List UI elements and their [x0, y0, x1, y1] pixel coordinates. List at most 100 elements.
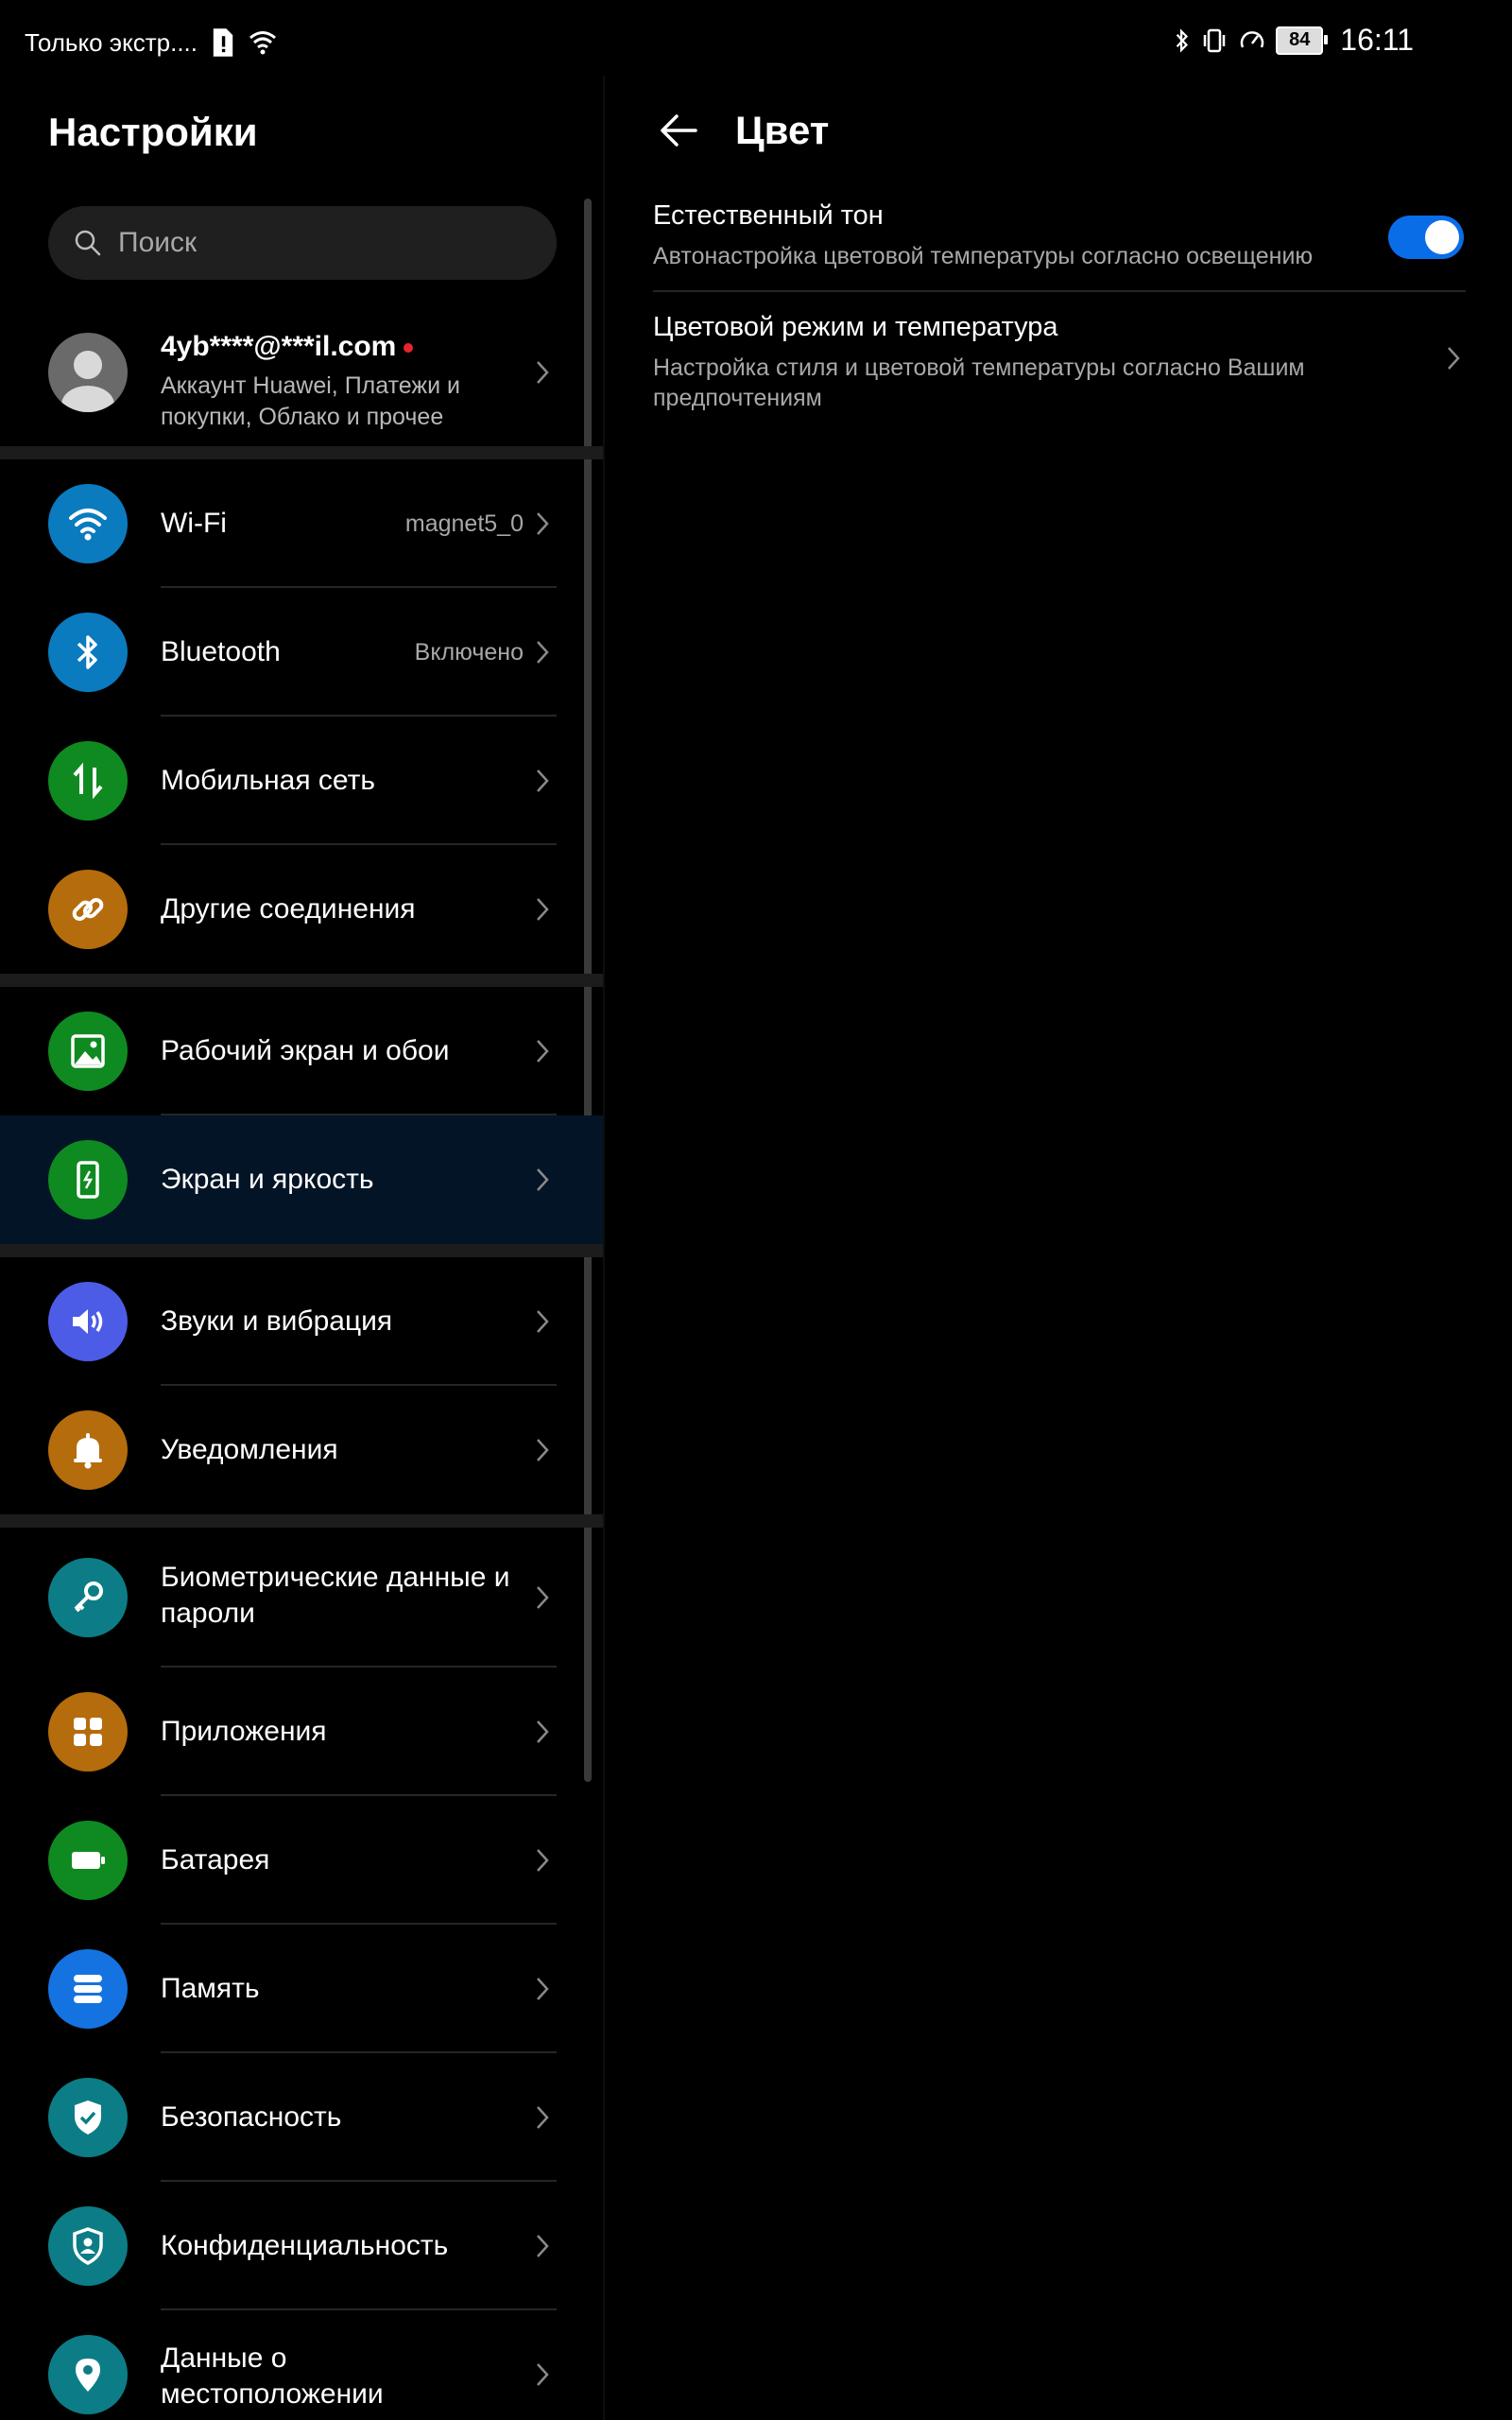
- natural-tone-toggle[interactable]: [1388, 216, 1464, 259]
- settings-item-apps[interactable]: Приложения: [0, 1668, 603, 1796]
- chevron-right-icon: [537, 1168, 549, 1191]
- status-bar-right: 84 16:11: [1174, 23, 1414, 58]
- bell-icon: [74, 1433, 102, 1469]
- notification-dot: [404, 343, 414, 354]
- item-label: Данные о местоположении: [161, 2342, 384, 2410]
- status-bar-left: Только экстр....: [25, 26, 277, 59]
- bluetooth-icon: [77, 635, 97, 669]
- item-label: Приложения: [161, 1716, 327, 1747]
- item-label: Звуки и вибрация: [161, 1305, 393, 1337]
- shield-icon: [75, 2100, 101, 2135]
- mobile-data-icon-badge: [48, 741, 128, 821]
- battery-icon-badge: [48, 1821, 128, 1900]
- chevron-right-icon: [537, 1978, 549, 2000]
- color-mode-title: Цветовой режим и температура: [653, 312, 1058, 342]
- settings-item-privacy[interactable]: Конфиденциальность: [0, 2182, 603, 2310]
- back-arrow-icon[interactable]: [658, 110, 699, 151]
- apps-icon-badge: [48, 1692, 128, 1772]
- sim-alert-icon: [213, 28, 233, 57]
- settings-item-location[interactable]: Данные о местоположении: [0, 2310, 603, 2420]
- section-gap: [0, 446, 603, 459]
- section-gap: [0, 1244, 603, 1257]
- privacy-icon-badge: [48, 2206, 128, 2286]
- search-input[interactable]: Поиск: [48, 206, 557, 280]
- status-bar: Только экстр.... 84 16:11: [0, 0, 1512, 85]
- speed-icon: [1241, 30, 1264, 48]
- account-item[interactable]: 4yb****@***il.com Аккаунт Huawei, Платеж…: [0, 312, 603, 435]
- item-label: Конфиденциальность: [161, 2230, 449, 2261]
- settings-item-other-connections[interactable]: Другие соединения: [0, 845, 603, 974]
- chevron-right-icon: [537, 1310, 549, 1333]
- item-label: Рабочий экран и обои: [161, 1035, 450, 1066]
- wifi-icon: [69, 509, 107, 541]
- chevron-right-icon: [537, 361, 549, 384]
- mobile-data-icon: [73, 762, 103, 800]
- display-icon-badge: [48, 1140, 128, 1219]
- settings-item-bluetooth[interactable]: Bluetooth Включено: [0, 588, 603, 717]
- privacy-icon: [73, 2227, 103, 2265]
- display-icon: [77, 1161, 99, 1199]
- settings-item-wifi[interactable]: Wi-Fi magnet5_0: [0, 459, 603, 588]
- battery-indicator: 84: [1276, 26, 1329, 55]
- battery-icon: [72, 1852, 105, 1869]
- settings-item-security[interactable]: Безопасность: [0, 2053, 603, 2182]
- color-mode-setting[interactable]: Цветовой режим и температура Настройка с…: [653, 312, 1371, 413]
- chevron-right-icon: [537, 1849, 549, 1872]
- bell-icon-badge: [48, 1410, 128, 1490]
- settings-item-home-screen[interactable]: Рабочий экран и обои: [0, 987, 603, 1115]
- wallpaper-icon-badge: [48, 1011, 128, 1091]
- wifi-icon-badge: [48, 484, 128, 563]
- settings-item-notifications[interactable]: Уведомления: [0, 1386, 603, 1514]
- chevron-right-icon: [537, 2235, 549, 2257]
- account-description: Аккаунт Huawei, Платежи и покупки, Облак…: [161, 372, 460, 430]
- wallpaper-icon: [71, 1034, 105, 1068]
- location-icon-badge: [48, 2335, 128, 2414]
- item-label: Wi-Fi: [161, 508, 227, 539]
- item-label: Bluetooth: [161, 636, 281, 667]
- avatar: [48, 333, 128, 412]
- natural-tone-subtitle: Автонастройка цветовой температуры согла…: [653, 243, 1314, 269]
- chevron-right-icon[interactable]: [1444, 344, 1463, 372]
- settings-item-battery[interactable]: Батарея: [0, 1796, 603, 1925]
- wifi-status-icon: [249, 31, 276, 55]
- avatar-person-icon: [61, 351, 114, 412]
- apps-icon: [74, 1718, 102, 1746]
- chevron-right-icon: [537, 1586, 549, 1609]
- account-email-row: 4yb****@***il.com: [161, 331, 414, 363]
- settings-item-display[interactable]: Экран и яркость: [0, 1115, 603, 1244]
- item-label: Другие соединения: [161, 893, 416, 925]
- clock: 16:11: [1340, 23, 1414, 57]
- item-label: Мобильная сеть: [161, 765, 375, 796]
- sound-icon: [73, 1309, 103, 1334]
- link-icon-badge: [48, 870, 128, 949]
- item-value: Включено: [414, 639, 524, 666]
- chevron-right-icon: [537, 512, 549, 535]
- account-email: 4yb****@***il.com: [161, 331, 397, 362]
- toggle-knob: [1425, 220, 1459, 254]
- settings-item-sounds[interactable]: Звуки и вибрация: [0, 1257, 603, 1386]
- sound-icon-badge: [48, 1282, 128, 1361]
- search-placeholder: Поиск: [118, 227, 198, 258]
- chevron-right-icon: [537, 2363, 549, 2386]
- item-label: Биометрические данные и пароли: [161, 1562, 510, 1629]
- key-icon: [74, 1582, 103, 1613]
- storage-icon: [74, 1975, 102, 2003]
- natural-tone-title: Естественный тон: [653, 200, 884, 231]
- settings-item-biometrics[interactable]: Биометрические данные и пароли: [0, 1528, 603, 1668]
- search-icon: [75, 230, 101, 256]
- notification-text: Только экстр....: [25, 27, 198, 57]
- item-value: magnet5_0: [404, 510, 524, 537]
- settings-item-mobile-network[interactable]: Мобильная сеть: [0, 717, 603, 845]
- section-gap: [0, 974, 603, 987]
- natural-tone-setting[interactable]: Естественный тон Автонастройка цветовой …: [653, 200, 1466, 289]
- vibrate-icon: [1204, 28, 1226, 52]
- chevron-right-icon: [537, 2106, 549, 2129]
- settings-item-storage[interactable]: Память: [0, 1925, 603, 2053]
- bluetooth-icon-badge: [48, 613, 128, 692]
- chevron-right-icon: [537, 641, 549, 664]
- chevron-right-icon: [537, 1720, 549, 1743]
- item-label: Безопасность: [161, 2101, 342, 2133]
- item-label: Память: [161, 1973, 260, 2004]
- bluetooth-status-icon: [1177, 27, 1189, 53]
- color-mode-subtitle: Настройка стиля и цветовой температуры с…: [653, 354, 1305, 411]
